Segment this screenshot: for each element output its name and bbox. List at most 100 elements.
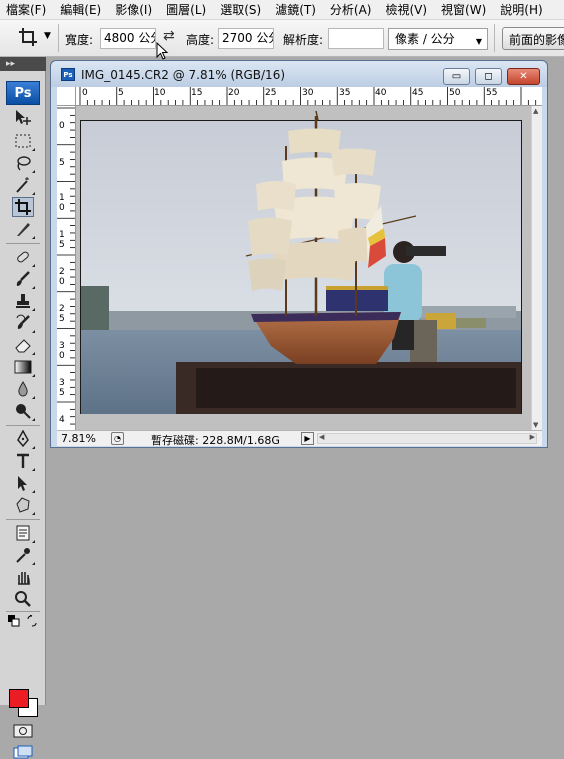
slice-tool[interactable]: [12, 219, 35, 239]
toolbox: ▸▸ Ps: [0, 57, 46, 759]
crop-tool[interactable]: [12, 197, 34, 217]
drop-icon: [18, 381, 28, 397]
options-bar: ▼ 寬度: 4800 公分 ⇄ 高度: 2700 公分 解析度: 像素 / 公分…: [0, 20, 564, 57]
ruler-label: 15: [191, 88, 203, 98]
menu-window[interactable]: 視窗(W): [434, 1, 493, 19]
ruler-label: 0: [82, 88, 88, 98]
dodge-tool[interactable]: [12, 401, 35, 421]
eraser-tool[interactable]: [12, 335, 35, 355]
toolbox-divider: [6, 425, 40, 426]
ruler-origin[interactable]: [57, 87, 76, 106]
toolbox-grip[interactable]: ▸▸: [0, 57, 46, 71]
photoshop-logo[interactable]: Ps: [6, 81, 40, 105]
ruler-label: 20: [228, 88, 240, 98]
path-selection-icon: [18, 476, 27, 491]
menu-help[interactable]: 說明(H): [493, 1, 549, 19]
clone-stamp-tool[interactable]: [12, 291, 35, 311]
menu-file[interactable]: 檔案(F): [0, 1, 53, 19]
ruler-label: 5: [118, 88, 124, 98]
resolution-label: 解析度:: [283, 33, 324, 47]
eyedropper-tool[interactable]: [12, 545, 35, 565]
options-separator: [494, 24, 495, 52]
scroll-down-icon[interactable]: ▼: [533, 421, 538, 429]
menu-edit[interactable]: 編輯(E): [53, 1, 108, 19]
canvas-area[interactable]: [76, 106, 531, 430]
crop-icon: [15, 199, 31, 215]
ship-photo: [80, 110, 522, 414]
bandage-icon: [17, 251, 29, 263]
tool-preset-picker[interactable]: ▼: [6, 25, 56, 51]
gradient-icon: [14, 360, 32, 374]
options-separator: [58, 24, 59, 52]
custom-shape-tool[interactable]: [12, 495, 35, 515]
menu-layer[interactable]: 圖層(L): [159, 1, 213, 19]
width-label: 寬度:: [65, 33, 94, 47]
eyedropper-icon: [16, 548, 30, 563]
unit-select[interactable]: 像素 / 公分 ▼: [388, 28, 488, 50]
magic-wand-tool[interactable]: [12, 175, 35, 195]
close-icon: ✕: [519, 71, 528, 82]
menu-bar: 檔案(F) 編輯(E) 影像(I) 圖層(L) 選取(S) 濾鏡(T) 分析(A…: [0, 0, 564, 20]
note-icon: [16, 525, 30, 541]
ruler-label: 10: [154, 88, 166, 98]
menu-image[interactable]: 影像(I): [108, 1, 159, 19]
document-titlebar[interactable]: Ps IMG_0145.CR2 @ 7.81% (RGB/16) ▭ ◻ ✕: [51, 61, 547, 87]
ruler-vertical[interactable]: 0 5 1 0 1 5 2 0 2 5 3 0 3 5 4: [57, 106, 76, 430]
vertical-scrollbar[interactable]: ▲ ▼: [531, 106, 542, 430]
history-brush-tool[interactable]: [12, 313, 35, 333]
marquee-tool[interactable]: [12, 131, 35, 151]
swap-colors-icon[interactable]: [26, 615, 38, 627]
healing-brush-tool[interactable]: [12, 247, 35, 267]
close-button[interactable]: ✕: [507, 68, 540, 85]
resolution-field[interactable]: [328, 28, 384, 49]
eraser-icon: [15, 339, 31, 353]
brush-tool[interactable]: [12, 269, 35, 289]
notes-tool[interactable]: [12, 523, 35, 543]
ruler-label: 40: [375, 88, 387, 98]
ruler-label: 2 5: [59, 304, 65, 324]
maximize-button[interactable]: ◻: [475, 68, 502, 85]
scroll-left-icon[interactable]: ◀: [319, 433, 324, 441]
menu-select[interactable]: 選取(S): [213, 1, 268, 19]
blur-tool[interactable]: [12, 379, 35, 399]
ruler-label: 1 0: [59, 193, 65, 213]
width-field[interactable]: 4800 公分: [100, 28, 156, 49]
ruler-label: 3 5: [59, 378, 65, 398]
menu-analysis[interactable]: 分析(A): [323, 1, 379, 19]
ruler-label: 5: [59, 158, 65, 168]
scroll-up-icon[interactable]: ▲: [533, 107, 538, 115]
minimize-button[interactable]: ▭: [443, 68, 470, 85]
status-info-icon[interactable]: ◔: [111, 432, 124, 445]
hand-tool[interactable]: [12, 567, 34, 587]
menu-filter[interactable]: 濾鏡(T): [268, 1, 323, 19]
status-bar: 7.81% ◔ 暫存磁碟: 228.8M/1.68G ▶ ◀ ▶: [57, 430, 542, 447]
ruler-label: 45: [412, 88, 424, 98]
menu-view[interactable]: 檢視(V): [378, 1, 434, 19]
height-field[interactable]: 2700 公分: [218, 28, 274, 49]
document-title: IMG_0145.CR2 @ 7.81% (RGB/16): [81, 68, 286, 82]
quick-mask-icon[interactable]: [13, 724, 33, 738]
screen-mode-icon[interactable]: [13, 745, 33, 759]
gradient-tool[interactable]: [12, 357, 35, 377]
default-colors-icon[interactable]: [8, 615, 20, 627]
zoom-tool[interactable]: [12, 589, 34, 609]
lasso-icon: [17, 156, 31, 171]
document-icon: Ps: [61, 68, 75, 81]
history-brush-icon: [16, 314, 30, 329]
front-image-button[interactable]: 前面的影像: [502, 27, 564, 50]
height-label: 高度:: [186, 33, 215, 47]
type-tool[interactable]: [12, 451, 35, 471]
zoom-level[interactable]: 7.81%: [61, 432, 96, 445]
status-menu-arrow-icon[interactable]: ▶: [301, 432, 314, 445]
scroll-right-icon[interactable]: ▶: [530, 433, 535, 441]
ruler-horizontal[interactable]: 0 5 10 15 20 25 30 35 40 45 50 55: [76, 87, 542, 106]
foreground-color-swatch[interactable]: [9, 689, 29, 708]
maximize-icon: ◻: [484, 71, 493, 82]
ruler-label: 3 0: [59, 341, 65, 361]
move-icon: [16, 110, 31, 125]
horizontal-scrollbar[interactable]: ◀ ▶: [317, 433, 537, 444]
move-tool[interactable]: [12, 107, 34, 127]
lasso-tool[interactable]: [12, 153, 35, 173]
pen-tool[interactable]: [12, 429, 35, 449]
path-selection-tool[interactable]: [12, 473, 35, 493]
